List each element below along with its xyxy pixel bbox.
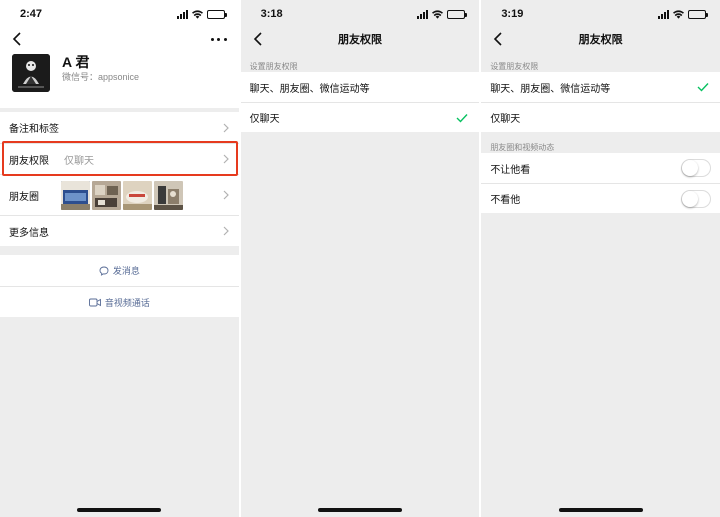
send-message-button[interactable]: 发消息	[0, 255, 239, 286]
back-chevron-icon[interactable]	[491, 31, 507, 47]
more-options-icon[interactable]	[210, 31, 227, 47]
avatar[interactable]	[12, 54, 50, 92]
status-time: 3:19	[501, 8, 524, 20]
row-more-info[interactable]: 更多信息	[0, 215, 239, 246]
toggle-row-hide-their-posts: 不看他	[481, 183, 720, 213]
panel-profile: 2:47 A 君 微信号：appsonice 备注和标签 朋友权限 仅聊天 朋友…	[0, 0, 239, 517]
row-remarks-tags[interactable]: 备注和标签	[0, 112, 239, 143]
chat-bubble-icon	[99, 266, 109, 276]
toggle-row-hide-my-posts: 不让他看	[481, 153, 720, 183]
wifi-icon	[191, 9, 203, 19]
battery-icon	[206, 9, 227, 19]
checkmark-icon	[697, 83, 709, 92]
video-call-label: 音视频通话	[104, 297, 150, 308]
screenshot-composite: 2:47 A 君 微信号：appsonice 备注和标签 朋友权限 仅聊天 朋友…	[0, 0, 720, 517]
status-time: 2:47	[20, 8, 43, 20]
moment-thumbnail	[123, 180, 152, 210]
home-indicator	[317, 508, 402, 512]
moment-thumbnail	[92, 180, 121, 210]
moments-thumbnails	[61, 180, 183, 210]
switch-knob	[681, 190, 698, 207]
action-list: 发消息 音视频通话	[0, 255, 239, 317]
home-indicator	[558, 508, 643, 512]
video-camera-icon	[88, 298, 101, 306]
highlight-box	[2, 141, 238, 176]
chevron-right-icon	[223, 226, 229, 236]
status-bar: 3:18	[240, 0, 480, 28]
wechat-id: 微信号：appsonice	[62, 72, 140, 82]
row-label: 更多信息	[9, 227, 49, 239]
row-moments[interactable]: 朋友圈	[0, 174, 239, 215]
option-label: 聊天、朋友圈、微信运动等	[249, 83, 370, 95]
battery-icon	[447, 9, 468, 19]
section-header: 设置朋友权限	[490, 62, 539, 71]
page-title: 朋友权限	[578, 34, 623, 46]
panel-permissions-full: 3:19 朋友权限 设置朋友权限 聊天、朋友圈、微信运动等 仅聊天 朋友圈和视频…	[481, 0, 720, 517]
panel-permissions-chat-only: 3:18 朋友权限 设置朋友权限 聊天、朋友圈、微信运动等 仅聊天	[240, 0, 480, 517]
toggle-label: 不让他看	[490, 164, 531, 176]
option-label: 仅聊天	[490, 114, 521, 125]
wifi-icon	[672, 9, 684, 19]
section-header-moments: 朋友圈和视频动态	[490, 143, 555, 152]
send-message-label: 发消息	[112, 266, 140, 276]
avatar-image	[12, 54, 50, 92]
switch-knob	[681, 160, 698, 176]
video-call-button[interactable]: 音视频通话	[0, 286, 239, 317]
status-bar: 2:47	[0, 0, 239, 28]
hide-my-posts-switch[interactable]	[680, 159, 711, 177]
signal-icon	[657, 9, 669, 19]
nav-bar: 朋友权限	[241, 28, 480, 50]
moments-toggles: 不让他看 不看他	[481, 153, 720, 213]
option-label: 仅聊天	[249, 114, 280, 125]
status-icons	[657, 9, 708, 19]
hide-their-posts-switch[interactable]	[680, 189, 711, 208]
toggle-label: 不看他	[490, 195, 521, 206]
wifi-icon	[432, 9, 444, 19]
option-label: 聊天、朋友圈、微信运动等	[490, 83, 611, 95]
profile-header: A 君 微信号：appsonice	[0, 50, 239, 108]
battery-icon	[687, 9, 708, 19]
option-chat-moments-werun[interactable]: 聊天、朋友圈、微信运动等	[241, 72, 480, 102]
option-chat-only[interactable]: 仅聊天	[240, 102, 480, 132]
back-chevron-icon[interactable]	[251, 31, 267, 47]
section-header: 设置朋友权限	[249, 62, 298, 71]
moment-thumbnail	[154, 180, 183, 210]
option-chat-moments-werun[interactable]: 聊天、朋友圈、微信运动等	[481, 72, 720, 102]
permission-options: 聊天、朋友圈、微信运动等 仅聊天	[481, 72, 720, 132]
status-bar: 3:19	[481, 0, 720, 28]
signal-icon	[417, 9, 429, 19]
status-icons	[417, 9, 468, 19]
row-label: 备注和标签	[9, 124, 59, 135]
status-icons	[176, 9, 227, 19]
row-label: 朋友圈	[9, 191, 39, 203]
contact-name: A 君	[62, 54, 90, 70]
back-chevron-icon[interactable]	[10, 31, 26, 47]
permission-options: 聊天、朋友圈、微信运动等 仅聊天	[240, 72, 480, 132]
status-time: 3:18	[260, 8, 283, 20]
option-chat-only[interactable]: 仅聊天	[481, 102, 720, 132]
signal-icon	[176, 9, 188, 19]
moment-thumbnail	[61, 180, 90, 210]
nav-bar: 朋友权限	[481, 28, 720, 50]
page-title: 朋友权限	[337, 34, 382, 46]
info-list: 备注和标签 朋友权限 仅聊天 朋友圈 更多信息	[0, 112, 239, 246]
chevron-right-icon	[223, 190, 229, 200]
checkmark-icon	[456, 113, 468, 123]
chevron-right-icon	[223, 123, 229, 132]
nav-bar	[0, 28, 239, 50]
home-indicator	[77, 508, 162, 512]
